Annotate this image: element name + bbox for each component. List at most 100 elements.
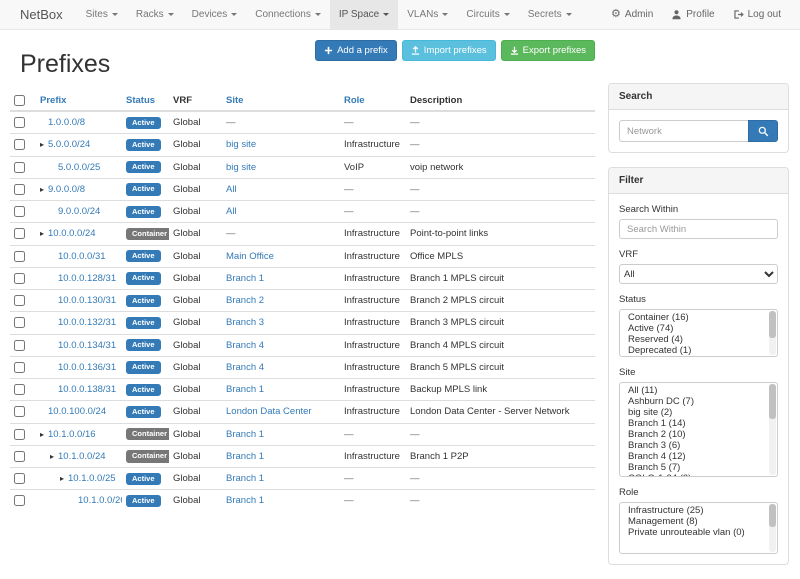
site-option[interactable]: Branch 4 (12) [620, 451, 777, 462]
nav-item-devices[interactable]: Devices [183, 0, 247, 29]
row-checkbox[interactable] [14, 295, 25, 306]
prefix-link[interactable]: 10.0.0.138/31 [58, 384, 116, 395]
search-button[interactable] [748, 120, 778, 142]
row-checkbox[interactable] [14, 251, 25, 262]
nav-item-log-out[interactable]: Log out [724, 0, 790, 29]
search-within-input[interactable] [619, 219, 778, 239]
row-checkbox[interactable] [14, 340, 25, 351]
role-option[interactable]: Private unrouteable vlan (0) [620, 527, 777, 538]
prefix-link[interactable]: 10.0.0.132/31 [58, 317, 116, 328]
site-option[interactable]: Branch 1 (14) [620, 418, 777, 429]
row-checkbox[interactable] [14, 362, 25, 373]
row-checkbox[interactable] [14, 162, 25, 173]
row-checkbox[interactable] [14, 429, 25, 440]
status-option[interactable]: Deprecated (1) [620, 345, 777, 356]
expand-arrow-icon[interactable]: ▸ [40, 229, 48, 238]
column-sort-link[interactable]: Role [344, 95, 365, 106]
site-link[interactable]: All [226, 184, 237, 195]
prefix-link[interactable]: 10.0.0.128/31 [58, 273, 116, 284]
row-checkbox[interactable] [14, 406, 25, 417]
nav-item-vlans[interactable]: VLANs [398, 0, 457, 29]
expand-arrow-icon[interactable]: ▸ [40, 430, 48, 439]
site-option[interactable]: All (11) [620, 385, 777, 396]
nav-item-secrets[interactable]: Secrets [519, 0, 581, 29]
prefix-link[interactable]: 9.0.0.0/8 [48, 184, 85, 195]
site-link[interactable]: Branch 1 [226, 384, 264, 395]
import-prefixes-button[interactable]: Import prefixes [402, 40, 496, 61]
nav-item-connections[interactable]: Connections [246, 0, 330, 29]
row-checkbox[interactable] [14, 384, 25, 395]
brand-netbox[interactable]: NetBox [0, 0, 77, 29]
prefix-link[interactable]: 5.0.0.0/24 [48, 139, 90, 150]
site-option[interactable]: Ashburn DC (7) [620, 396, 777, 407]
site-link[interactable]: Branch 1 [226, 495, 264, 506]
row-checkbox[interactable] [14, 495, 25, 506]
row-checkbox[interactable] [14, 273, 25, 284]
nav-item-circuits[interactable]: Circuits [457, 0, 518, 29]
prefix-link[interactable]: 5.0.0.0/25 [58, 162, 100, 173]
row-checkbox[interactable] [14, 206, 25, 217]
site-link[interactable]: Branch 2 [226, 295, 264, 306]
prefix-link[interactable]: 10.0.0.134/31 [58, 340, 116, 351]
role-option[interactable]: Management (8) [620, 516, 777, 527]
add-a-prefix-button[interactable]: Add a prefix [315, 40, 397, 61]
prefix-link[interactable]: 10.1.0.0/26 [78, 495, 122, 506]
status-option[interactable]: Active (74) [620, 323, 777, 334]
prefix-link[interactable]: 9.0.0.0/24 [58, 206, 100, 217]
row-checkbox[interactable] [14, 473, 25, 484]
prefix-link[interactable]: 10.0.0.130/31 [58, 295, 116, 306]
search-input[interactable] [619, 120, 748, 142]
expand-arrow-icon[interactable]: ▸ [60, 474, 68, 483]
site-option[interactable]: Branch 2 (10) [620, 429, 777, 440]
site-link[interactable]: All [226, 206, 237, 217]
nav-item-ip-space[interactable]: IP Space [330, 0, 398, 29]
site-link[interactable]: Branch 1 [226, 273, 264, 284]
site-link[interactable]: big site [226, 139, 256, 150]
nav-item-sites[interactable]: Sites [77, 0, 127, 29]
prefix-link[interactable]: 10.0.100.0/24 [48, 406, 106, 417]
nav-item-profile[interactable]: Profile [662, 0, 723, 29]
nav-item-admin[interactable]: ⚙Admin [602, 0, 662, 29]
column-sort-link[interactable]: Site [226, 95, 243, 106]
site-link[interactable]: Branch 4 [226, 340, 264, 351]
site-link[interactable]: Branch 4 [226, 362, 264, 373]
status-option[interactable]: Reserved (4) [620, 334, 777, 345]
site-link[interactable]: Branch 1 [226, 451, 264, 462]
site-link[interactable]: Branch 1 [226, 429, 264, 440]
role-multiselect[interactable]: Infrastructure (25)Management (8)Private… [619, 502, 778, 554]
site-link[interactable]: Branch 1 [226, 473, 264, 484]
row-checkbox[interactable] [14, 139, 25, 150]
site-link[interactable]: Branch 3 [226, 317, 264, 328]
prefix-link[interactable]: 10.1.0.0/16 [48, 429, 96, 440]
nav-item-racks[interactable]: Racks [127, 0, 183, 29]
prefix-link[interactable]: 10.0.0.0/31 [58, 251, 106, 262]
role-scrollbar[interactable] [769, 504, 776, 552]
row-checkbox[interactable] [14, 184, 25, 195]
site-link[interactable]: big site [226, 162, 256, 173]
select-all-checkbox[interactable] [14, 95, 25, 106]
prefix-link[interactable]: 10.0.0.0/24 [48, 228, 96, 239]
column-sort-link[interactable]: Prefix [40, 95, 66, 106]
site-multiselect[interactable]: All (11)Ashburn DC (7)big site (2)Branch… [619, 382, 778, 477]
prefix-link[interactable]: 10.1.0.0/24 [58, 451, 106, 462]
status-scrollbar[interactable] [769, 311, 776, 355]
prefix-link[interactable]: 10.1.0.0/25 [68, 473, 116, 484]
prefix-link[interactable]: 10.0.0.136/31 [58, 362, 116, 373]
export-prefixes-button[interactable]: Export prefixes [501, 40, 595, 61]
site-scrollbar[interactable] [769, 384, 776, 475]
expand-arrow-icon[interactable]: ▸ [50, 452, 58, 461]
site-option[interactable]: Branch 3 (6) [620, 440, 777, 451]
site-link[interactable]: Main Office [226, 251, 274, 262]
row-checkbox[interactable] [14, 117, 25, 128]
site-option[interactable]: Branch 5 (7) [620, 462, 777, 473]
vrf-select[interactable]: All [619, 264, 778, 284]
prefix-link[interactable]: 1.0.0.0/8 [48, 117, 85, 128]
expand-arrow-icon[interactable]: ▸ [40, 140, 48, 149]
row-checkbox[interactable] [14, 451, 25, 462]
row-checkbox[interactable] [14, 228, 25, 239]
status-option[interactable]: Container (16) [620, 312, 777, 323]
status-multiselect[interactable]: Container (16)Active (74)Reserved (4)Dep… [619, 309, 778, 357]
row-checkbox[interactable] [14, 317, 25, 328]
expand-arrow-icon[interactable]: ▸ [40, 185, 48, 194]
column-sort-link[interactable]: Status [126, 95, 155, 106]
